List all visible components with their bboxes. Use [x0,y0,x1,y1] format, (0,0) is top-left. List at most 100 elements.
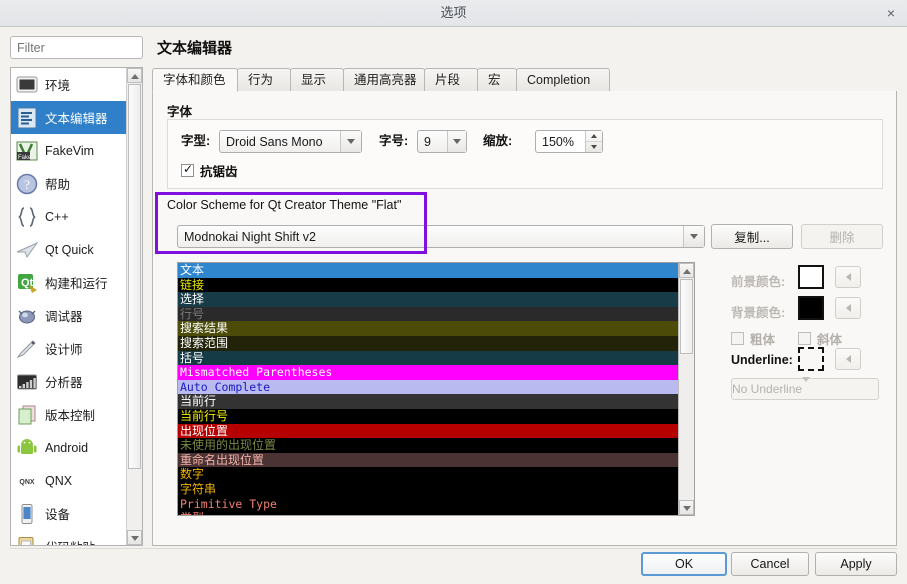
cancel-button[interactable]: Cancel [731,552,809,576]
color-list-row[interactable]: Primitive Type [178,496,679,512]
font-family-combo[interactable]: Droid Sans Mono [219,130,362,153]
tab-0[interactable]: 字体和颜色 [152,68,238,92]
sidebar-item-label: 帮助 [45,178,71,192]
color-list-row[interactable]: 搜索结果 [178,321,679,336]
sidebar-item-5[interactable]: Qt Quick [11,233,127,266]
tab-label: 显示 [301,73,327,87]
color-preview-list[interactable]: 文本 链接 选择 行号 搜索结果 搜索范围 括号 Mismatched Parentheses… [177,262,695,516]
sidebar-item-11[interactable]: Android [11,431,127,464]
chevron-down-icon [802,377,811,396]
copy-scheme-button[interactable]: 复制... [711,224,793,249]
spinbox-buttons[interactable] [585,131,602,152]
tab-6[interactable]: Completion [516,68,610,92]
ok-button[interactable]: OK [641,552,727,576]
tab-1[interactable]: 行为 [237,68,291,92]
sidebar-item-1[interactable]: 文本编辑器 [11,101,127,134]
italic-label: 斜体 [817,333,843,347]
sidebar-item-13[interactable]: 设备 [11,497,127,530]
delete-scheme-button[interactable]: 删除 [801,224,883,249]
color-list-row[interactable]: Mismatched Parentheses [178,365,679,380]
color-list-row[interactable]: 类型 [178,511,679,515]
font-size-combo[interactable]: 9 [417,130,467,153]
version-control-icon [18,405,36,424]
tab-2[interactable]: 显示 [290,68,344,92]
color-list-row[interactable]: 当前行号 [178,408,679,424]
apply-button[interactable]: Apply [815,552,897,576]
font-family-value: Droid Sans Mono [226,134,323,149]
underline-label: Underline: [731,353,793,367]
fakevim-icon: Fake [16,141,38,161]
filter-input[interactable] [10,36,143,59]
tab-3[interactable]: 通用高亮器 [343,68,425,92]
font-zoom-spinbox[interactable]: 150% [535,130,603,153]
title-bar: 选项 × [0,0,907,27]
background-color-swatch[interactable] [798,296,824,320]
footer-divider [10,548,897,549]
color-rows-container[interactable]: 文本 链接 选择 行号 搜索结果 搜索范围 括号 Mismatched Parentheses… [178,263,679,515]
tab-bar[interactable]: 字体和颜色 行为 显示 通用高亮器 片段 宏 Completion [152,68,897,92]
sidebar-item-10[interactable]: 版本控制 [11,398,127,431]
preview-scrollbar[interactable] [678,263,694,515]
color-scheme-combo[interactable]: Modnokai Night Shift v2 [177,225,705,248]
sidebar-scroll-down-button[interactable] [127,530,142,545]
sidebar-item-0[interactable]: 环境 [11,68,127,101]
caret-left-icon [845,355,851,363]
color-list-row[interactable]: 选择 [178,292,679,307]
tab-label: 通用高亮器 [354,73,417,87]
font-size-value: 9 [424,134,431,149]
color-list-row[interactable]: 未使用的出现位置 [178,438,679,453]
underline-color-picker-button[interactable] [835,348,861,370]
spin-up-icon[interactable] [586,131,602,142]
triangle-up-icon [683,269,691,274]
sidebar-scroll-up-button[interactable] [127,68,142,83]
background-color-picker-button[interactable] [835,297,861,319]
antialias-checkbox[interactable]: 抗锯齿 [181,161,238,180]
color-list-row[interactable]: 字符串 [178,481,679,497]
foreground-color-swatch[interactable] [798,265,824,289]
preview-scroll-thumb[interactable] [680,279,693,354]
underline-color-swatch[interactable] [798,347,824,371]
color-list-row[interactable]: 搜索范围 [178,335,679,351]
color-list-row[interactable]: 括号 [178,350,679,366]
sidebar-item-label: 代码粘贴 [45,537,95,545]
sidebar-item-6[interactable]: Qt 构建和运行 [11,266,127,299]
spin-down-icon[interactable] [586,142,602,152]
color-list-row[interactable]: 行号 [178,306,679,322]
foreground-color-picker-button[interactable] [835,266,861,288]
checkbox-icon [798,332,811,345]
preview-scroll-down-button[interactable] [679,500,694,515]
preview-scroll-up-button[interactable] [679,263,694,278]
color-list-row[interactable]: 文本 [178,263,679,278]
sidebar-item-14[interactable]: 代码粘贴 [11,530,127,545]
sidebar-item-4[interactable]: C++ [11,200,127,233]
color-list-row[interactable]: 链接 [178,277,679,293]
triangle-down-icon [131,536,139,541]
checkbox-icon [731,332,744,345]
bold-checkbox[interactable]: 粗体 [731,329,775,348]
bold-label: 粗体 [750,333,776,347]
sidebar-item-7[interactable]: 调试器 [11,299,127,332]
sidebar-item-9[interactable]: 分析器 [11,365,127,398]
font-zoom-label: 缩放: [483,134,513,148]
color-list-row[interactable]: 数字 [178,467,679,482]
category-list[interactable]: 环境 文本编辑器 Fake FakeVim? 帮助 C++ Qt Quick Qt 构建和运行调… [11,68,127,545]
device-icon [21,503,33,524]
close-icon[interactable]: × [881,4,901,23]
color-list-row[interactable]: 当前行 [178,394,679,409]
color-list-row[interactable]: 出现位置 [178,423,679,439]
sidebar-scroll-thumb[interactable] [128,84,141,469]
sidebar-item-8[interactable]: 设计师 [11,332,127,365]
sidebar-scrollbar[interactable] [126,68,142,545]
sidebar-item-2[interactable]: Fake FakeVim [11,134,127,167]
sidebar-item-3[interactable]: ? 帮助 [11,167,127,200]
sidebar-item-label: 分析器 [45,376,83,390]
color-list-row[interactable]: 重命名出现位置 [178,452,679,468]
tab-5[interactable]: 宏 [477,68,517,92]
tab-label: 片段 [435,73,461,87]
sidebar-item-12[interactable]: QNX QNX [11,464,127,497]
tab-4[interactable]: 片段 [424,68,478,92]
color-list-row[interactable]: Auto Complete [178,379,679,395]
italic-checkbox[interactable]: 斜体 [798,329,842,348]
underline-style-value: No Underline [732,382,803,396]
underline-style-combo[interactable]: No Underline [731,377,879,400]
